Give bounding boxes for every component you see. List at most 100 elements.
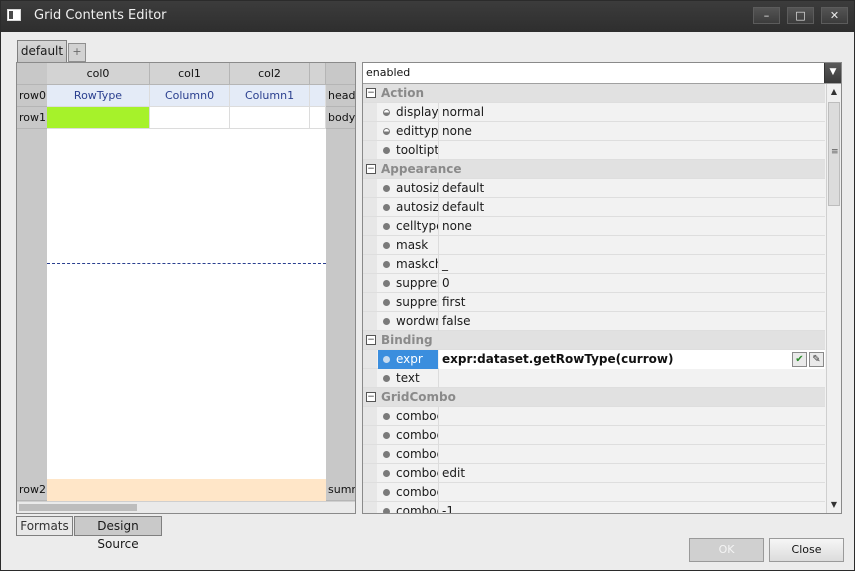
property-row[interactable]: combodataset xyxy=(363,445,825,464)
property-name: edittype xyxy=(396,124,438,138)
property-row[interactable]: displaytype normal xyxy=(363,103,825,122)
property-name: combodisplayrowcount xyxy=(396,504,438,513)
property-name: combodataset xyxy=(396,447,438,461)
property-icon xyxy=(383,204,390,211)
row-header-1[interactable]: row1 xyxy=(17,107,47,129)
category-appearance[interactable]: − Appearance xyxy=(363,160,825,179)
property-name: tooltiptext xyxy=(396,143,438,157)
property-value[interactable]: default xyxy=(442,181,484,195)
property-row[interactable]: combodisplayrowcount -1 xyxy=(363,502,825,513)
check-icon[interactable]: ✔ xyxy=(792,352,807,367)
grid-hscrollbar[interactable] xyxy=(17,501,355,513)
chevron-down-icon[interactable]: ▼ xyxy=(824,63,841,83)
property-row[interactable]: suppress 0 xyxy=(363,274,825,293)
property-icon xyxy=(383,356,390,363)
head-cell-column0[interactable]: Column0 xyxy=(150,85,230,107)
property-row[interactable]: combocodecol xyxy=(363,407,825,426)
col-header-2[interactable]: col2 xyxy=(230,63,310,85)
property-icon xyxy=(383,470,390,477)
property-name: suppress xyxy=(396,276,438,290)
band-label-summ: summ xyxy=(326,479,355,501)
grid-hscroll-thumb[interactable] xyxy=(19,504,137,511)
tab-design-source[interactable]: Design Source xyxy=(74,516,162,551)
property-icon xyxy=(383,318,390,325)
tab-default[interactable]: default xyxy=(17,40,67,62)
property-row[interactable]: wordwrap false xyxy=(363,312,825,331)
property-icon xyxy=(383,432,390,439)
property-value[interactable]: none xyxy=(442,124,472,138)
property-value[interactable]: default xyxy=(442,200,484,214)
head-cell-rowtype[interactable]: RowType xyxy=(47,85,150,107)
property-vscrollbar[interactable]: ▲ ≡ ▼ xyxy=(826,84,841,513)
col-header-1[interactable]: col1 xyxy=(150,63,230,85)
property-name: combodisplay xyxy=(396,485,438,499)
property-value[interactable]: 0 xyxy=(442,276,450,290)
property-row[interactable]: tooltiptext xyxy=(363,141,825,160)
property-row[interactable]: text xyxy=(363,369,825,388)
property-value[interactable]: false xyxy=(442,314,471,328)
property-row[interactable]: edittype none xyxy=(363,122,825,141)
property-value[interactable]: -1 xyxy=(442,504,454,513)
col-header-0[interactable]: col0 xyxy=(47,63,150,85)
category-action[interactable]: − Action xyxy=(363,84,825,103)
close-button[interactable]: Close xyxy=(769,538,844,562)
property-value[interactable]: normal xyxy=(442,105,484,119)
property-row[interactable]: mask xyxy=(363,236,825,255)
property-name: autosizecol xyxy=(396,181,438,195)
scroll-thumb[interactable]: ≡ xyxy=(828,102,840,206)
property-row[interactable]: celltype none xyxy=(363,217,825,236)
summary-band-row[interactable] xyxy=(47,479,326,501)
property-icon xyxy=(383,128,390,135)
band-label-head: head xyxy=(326,85,355,107)
property-row[interactable]: autosizerow default xyxy=(363,198,825,217)
collapse-icon[interactable]: − xyxy=(366,164,376,174)
category-label: GridCombo xyxy=(381,390,456,404)
collapse-icon[interactable]: − xyxy=(366,335,376,345)
category-label: Action xyxy=(381,86,425,100)
property-value[interactable]: edit xyxy=(442,466,465,480)
property-value[interactable]: _ xyxy=(442,257,448,271)
tab-formats[interactable]: Formats xyxy=(16,516,73,536)
property-row[interactable]: maskchar _ xyxy=(363,255,825,274)
property-icon xyxy=(383,223,390,230)
property-name: wordwrap xyxy=(396,314,438,328)
property-row[interactable]: suppressalign first xyxy=(363,293,825,312)
add-tab-button[interactable]: + xyxy=(68,43,86,62)
property-row[interactable]: combodisplay xyxy=(363,483,825,502)
property-icon xyxy=(383,451,390,458)
scroll-down-icon[interactable]: ▼ xyxy=(827,497,841,513)
property-row-selected[interactable]: expr expr:dataset.getRowType(currow) ✔ ✎ xyxy=(363,350,825,369)
maximize-button[interactable]: □ xyxy=(787,7,814,24)
property-row[interactable]: autosizecol default xyxy=(363,179,825,198)
body-cell-selected[interactable] xyxy=(47,107,150,129)
property-row[interactable]: combodatacol xyxy=(363,426,825,445)
category-gridcombo[interactable]: − GridCombo xyxy=(363,388,825,407)
expr-value-input[interactable]: expr:dataset.getRowType(currow) xyxy=(442,352,673,366)
category-label: Appearance xyxy=(381,162,462,176)
property-name: combodatacol xyxy=(396,428,438,442)
head-cell-column1[interactable]: Column1 xyxy=(230,85,310,107)
property-name: maskchar xyxy=(396,257,438,271)
minimize-button[interactable]: – xyxy=(753,7,780,24)
collapse-icon[interactable]: − xyxy=(366,392,376,402)
property-name: displaytype xyxy=(396,105,438,119)
cell-state-combo[interactable]: enabled ▼ xyxy=(363,63,841,84)
collapse-icon[interactable]: − xyxy=(366,88,376,98)
row-header-2[interactable]: row2 xyxy=(17,479,47,501)
category-binding[interactable]: − Binding xyxy=(363,331,825,350)
property-value[interactable]: none xyxy=(442,219,472,233)
property-row[interactable]: comboedittype edit xyxy=(363,464,825,483)
edit-icon[interactable]: ✎ xyxy=(809,352,824,367)
property-value[interactable]: first xyxy=(442,295,465,309)
property-name: suppressalign xyxy=(396,295,438,309)
category-label: Binding xyxy=(381,333,433,347)
body-cell-col2[interactable] xyxy=(230,107,310,129)
body-cell-col1[interactable] xyxy=(150,107,230,129)
row-header-0[interactable]: row0 xyxy=(17,85,47,107)
property-panel: enabled ▼ − Action displaytype normal ed… xyxy=(362,62,842,514)
property-icon xyxy=(383,375,390,382)
grid-contents-editor-window: Grid Contents Editor – □ ✕ default + col… xyxy=(0,0,855,571)
scroll-up-icon[interactable]: ▲ xyxy=(827,84,841,100)
close-window-button[interactable]: ✕ xyxy=(821,7,848,24)
ok-button[interactable]: OK xyxy=(689,538,764,562)
